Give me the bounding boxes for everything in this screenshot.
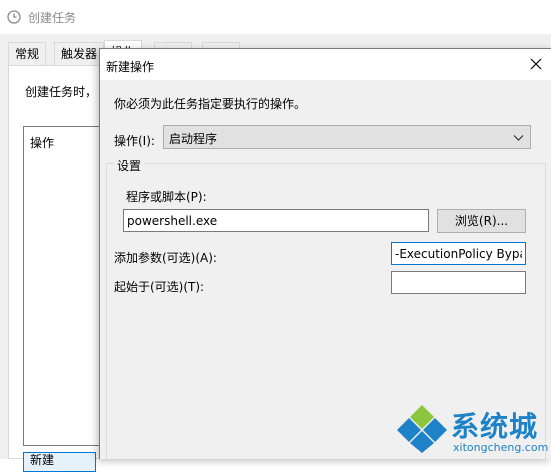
browse-button[interactable]: 浏览(R)... [437,209,526,233]
actions-list[interactable]: 操作 [23,126,101,446]
action-type-value: 启动程序 [169,132,218,146]
tab-triggers[interactable]: 触发器 [54,42,105,65]
create-task-titlebar: 创建任务 [0,0,551,34]
program-script-label: 程序或脚本(P): [126,190,207,204]
tab-general[interactable]: 常规 [8,42,47,65]
settings-group-label: 设置 [114,157,145,174]
program-script-input[interactable] [123,209,429,232]
actions-list-header: 操作 [30,136,55,150]
chevron-down-icon [513,135,524,141]
watermark-url: xitongcheng.com [453,441,549,454]
clock-icon [7,10,21,24]
new-action-dialog: 新建操作 你必须为此任务指定要执行的操作。 操作(I): 启动程序 设置 程序或… [99,48,551,460]
start-in-label: 起始于(可选)(T): [114,280,205,294]
action-type-select[interactable]: 启动程序 [163,125,531,149]
hint-text: 创建任务时， [25,85,98,99]
watermark-logo-icon [397,405,447,453]
action-label: 操作(I): [114,134,155,148]
new-action-button[interactable]: 新建 [23,452,96,472]
create-task-title: 创建任务 [28,11,77,25]
arguments-label: 添加参数(可选)(A): [114,251,217,265]
site-watermark: 系统城 xitongcheng.com [395,400,551,459]
dialog-title: 新建操作 [106,60,155,74]
watermark-brand: 系统城 [451,410,539,443]
start-in-input[interactable] [391,271,526,294]
close-icon[interactable] [529,57,543,71]
dialog-titlebar: 新建操作 [100,49,551,80]
arguments-input[interactable] [391,242,526,265]
dialog-instruction: 你必须为此任务指定要执行的操作。 [114,97,307,111]
